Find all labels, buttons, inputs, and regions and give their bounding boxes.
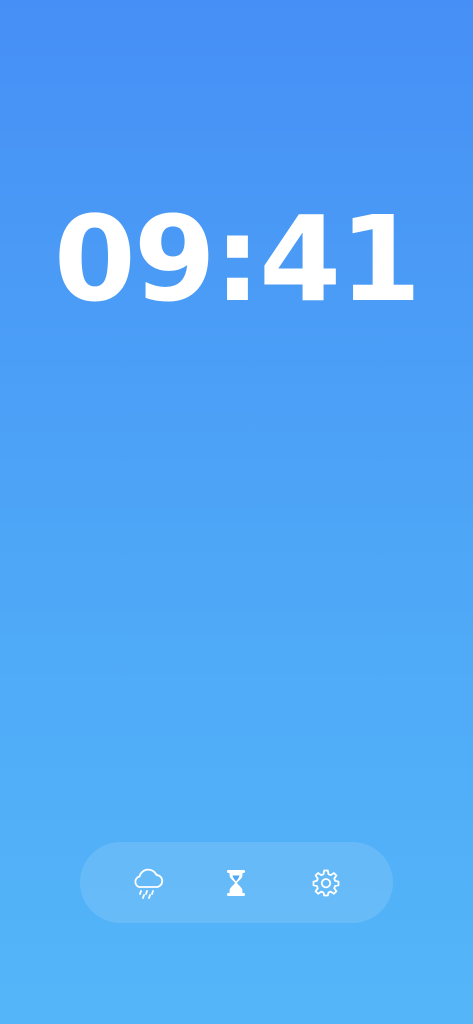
clock-time: 09:41 (53, 190, 422, 328)
app-screen: 09:41 (0, 0, 473, 1024)
hourglass-icon (226, 869, 246, 897)
gear-icon (311, 868, 341, 898)
cloud-rain-icon (130, 867, 164, 899)
bottom-dock (80, 842, 393, 923)
timer-button[interactable] (208, 855, 264, 911)
settings-button[interactable] (298, 855, 354, 911)
weather-button[interactable] (119, 855, 175, 911)
